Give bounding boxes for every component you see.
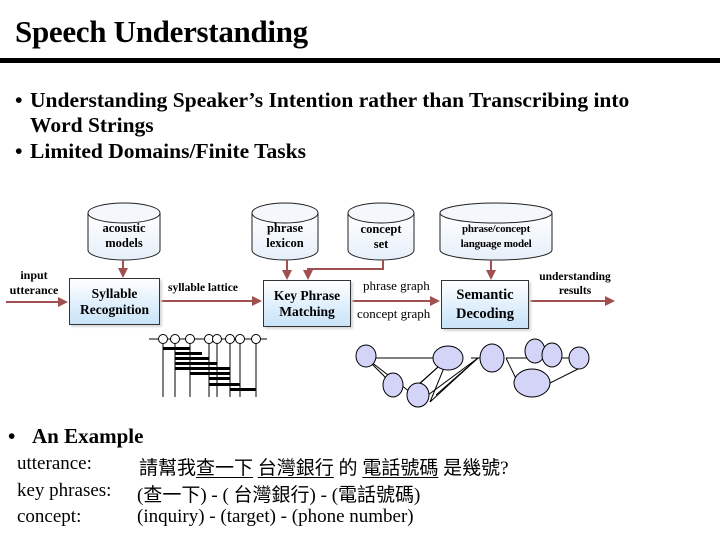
process-label-line: Decoding [456,305,514,322]
process-label-line: Matching [279,303,335,319]
process-label-line: Syllable [91,285,138,301]
example-key-phrases-label: key phrases: [17,480,112,501]
db-label-line: acoustic [102,221,146,235]
example-heading-text: An Example [32,424,144,448]
utterance-segment-key: 台灣銀行 [257,458,334,479]
phrase-concept-graph-figure [355,338,590,408]
edge-label-concept-graph: concept graph [357,306,431,321]
edge-label-input-utterance: input utterance [2,268,66,298]
db-phrase-lexicon: phrase lexicon [252,221,318,251]
utterance-segment: 的 [333,458,363,479]
edge-label-line: utterance [9,283,59,297]
arrow-concept-to-matching [303,260,384,280]
edge-label-line: understanding [539,271,611,283]
edge-label-line: input [20,268,48,282]
example-concept-value: (inquiry) - (target) - (phone number) [137,506,414,527]
syllable-lattice-figure [149,334,267,397]
utterance-segment-key: 電話號碼 [362,458,439,479]
db-label-line: set [373,237,389,251]
example-utterance-value: 請幫我查一下 台灣銀行 的 電話號碼 是幾號? [139,453,509,480]
bullet-marker: • [8,424,16,448]
utterance-segment: 請幫我 [139,458,197,479]
db-concept-set: concept set [348,222,414,252]
example-heading: • An Example [8,424,143,449]
utterance-segment-key: 查一下 [196,458,254,479]
db-acoustic-models: acoustic models [88,221,160,251]
edge-label-line: results [558,285,592,297]
edge-label-phrase-graph: phrase graph [363,278,430,293]
process-key-phrase-matching: Key Phrase Matching [263,280,351,327]
process-label-line: Semantic [456,286,514,303]
process-label-line: Key Phrase [273,287,341,303]
edge-label-understanding-results: understanding results [532,270,618,298]
example-concept-label: concept: [17,506,82,527]
db-label-line: models [105,236,143,250]
utterance-segment: 是幾號? [438,458,509,479]
edge-label-syllable-lattice: syllable lattice [168,282,238,294]
example-utterance-label: utterance: [17,453,92,474]
process-syllable-recognition: Syllable Recognition [69,278,160,325]
db-label-line: lexicon [266,236,304,250]
example-key-phrases-value: (查一下) - ( 台灣銀行) - (電話號碼) [137,485,421,506]
db-label-line: phrase/concept [461,223,531,235]
db-label-line: phrase [266,221,304,235]
db-language-model: phrase/concept language model [440,222,552,252]
process-semantic-decoding: Semantic Decoding [441,280,529,329]
db-label-line: concept [360,222,402,236]
db-label-line: language model [460,238,532,250]
process-label-line: Recognition [80,301,149,317]
